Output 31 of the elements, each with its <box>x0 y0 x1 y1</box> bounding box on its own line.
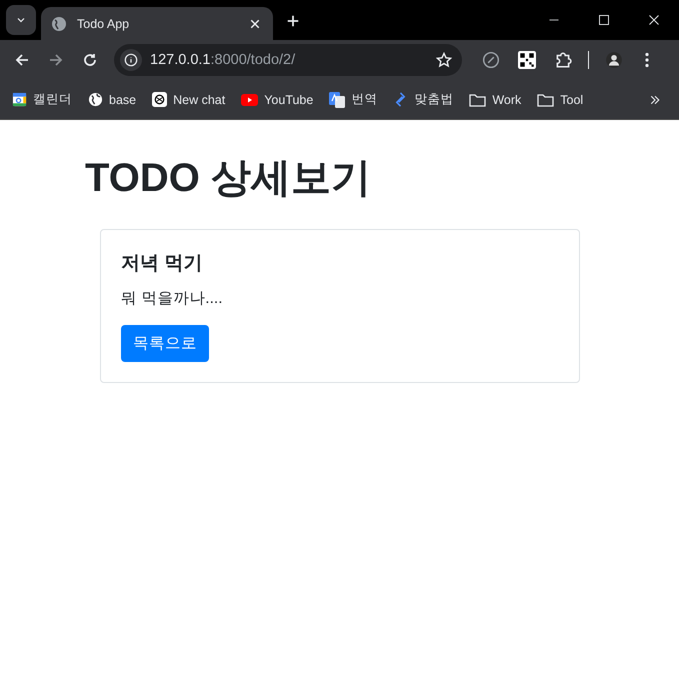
bookmark-link[interactable]: New chat <box>152 92 226 107</box>
bookmark-link[interactable]: base <box>88 92 136 107</box>
close-icon <box>648 14 660 26</box>
site-info-icon[interactable] <box>120 49 142 71</box>
globe-icon <box>88 92 103 107</box>
folder-icon <box>537 92 554 106</box>
translate-icon <box>329 92 346 108</box>
todo-description: 뭐 먹을까나.... <box>121 289 224 309</box>
bookmark-link[interactable]: 번역 <box>329 91 378 108</box>
tab-title: Todo App <box>77 16 130 30</box>
todo-title: 저녁 먹기 <box>121 252 204 276</box>
globe-icon <box>51 16 67 32</box>
arrow-right-icon <box>48 52 64 68</box>
maximize-icon <box>598 14 610 26</box>
close-icon <box>249 18 261 30</box>
address-bar[interactable]: 127.0.0.1:8000/todo/2/ <box>114 44 462 76</box>
bookmark-link[interactable]: Tool <box>537 92 584 106</box>
video-icon <box>241 94 258 106</box>
calendar-icon <box>12 92 27 107</box>
back-to-list-button[interactable]: 목록으로 <box>121 325 209 362</box>
browser-tab[interactable]: Todo App <box>41 7 273 40</box>
plus-icon <box>286 14 300 28</box>
bookmark-link[interactable]: 캘린더 <box>12 91 72 108</box>
bookmark-link[interactable]: Work <box>469 92 522 106</box>
bookmark-link[interactable]: 맞춤법 <box>393 91 454 108</box>
arrow-left-icon <box>14 52 30 68</box>
bookmark-link[interactable]: YouTube <box>241 92 314 106</box>
url-text: 127.0.0.1:8000/todo/2/ <box>150 52 296 68</box>
folder-icon <box>469 92 486 106</box>
page-heading: TODO 상세보기 <box>85 155 372 202</box>
reload-icon <box>82 52 98 68</box>
